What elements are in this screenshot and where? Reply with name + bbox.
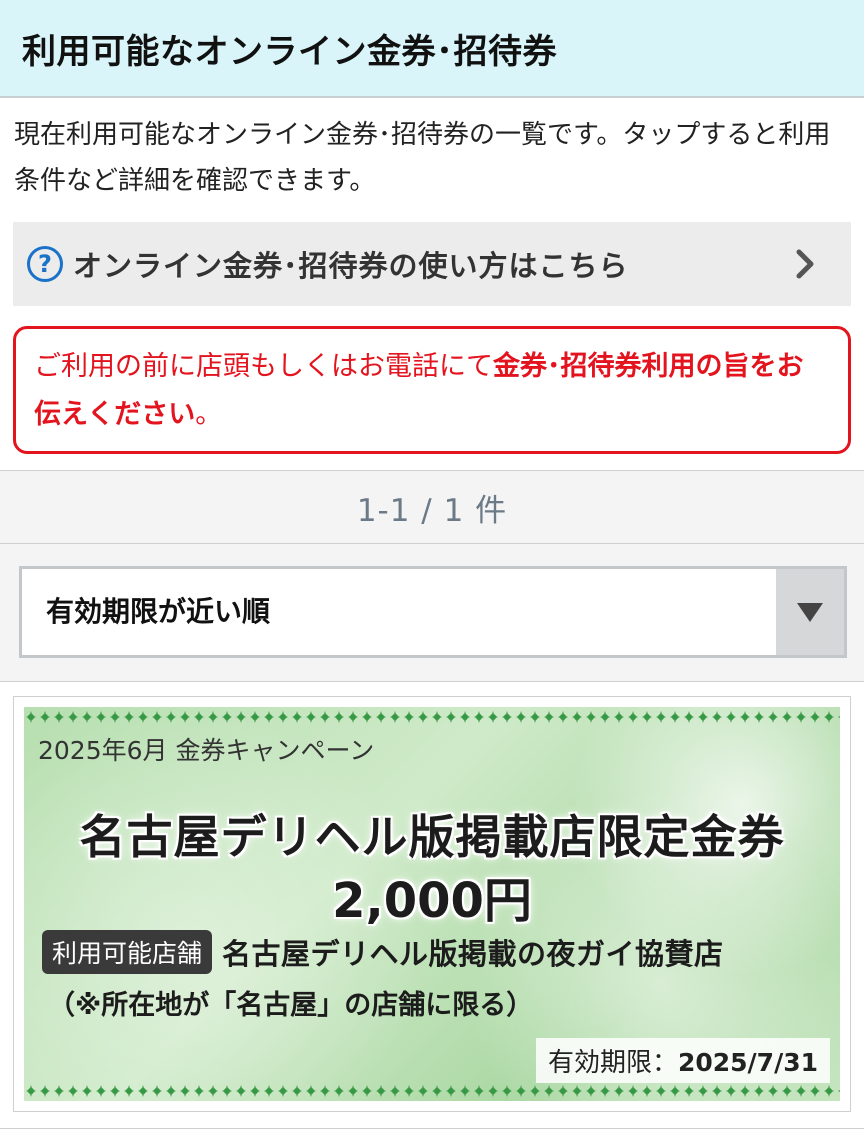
result-count-text: 1-1 / 1 件 — [356, 492, 508, 529]
howto-link[interactable]: ? オンライン金券･招待券の使い方はこちら — [13, 222, 851, 306]
expiry-label: 有効期限： — [547, 1048, 678, 1078]
question-circle-icon: ? — [27, 246, 63, 282]
triangle-down-icon — [797, 603, 823, 622]
store-note: （※所在地が「名古屋」の店舗に限る） — [48, 990, 534, 1021]
expiry-date: 2025/7/31 — [677, 1048, 818, 1077]
notice-box: ご利用の前に店頭もしくはお電話にて金券･招待券利用の旨をお伝えください。 — [13, 326, 851, 454]
divider — [0, 1128, 864, 1132]
notice-text: ご利用の前に店頭もしくはお電話にて — [34, 351, 493, 382]
decorative-border-icon — [24, 1083, 840, 1099]
store-badge: 利用可能店舗 — [42, 930, 213, 974]
coupon-store-row: 利用可能店舗 名古屋デリヘル版掲載の夜ガイ協賛店 — [42, 929, 724, 975]
coupon-card[interactable]: 2025年6月 金券キャンペーン 名古屋デリヘル版掲載店限定金券 2,000円 … — [13, 696, 851, 1112]
coupon-banner[interactable]: 2025年6月 金券キャンペーン 名古屋デリヘル版掲載店限定金券 2,000円 … — [24, 707, 840, 1101]
intro-text: 現在利用可能なオンライン金券･招待券の一覧です。タップすると利用条件など詳細を確… — [14, 120, 831, 196]
sort-select-value: 有効期限が近い順 — [46, 595, 271, 628]
coupon-campaign: 2025年6月 金券キャンペーン — [38, 736, 375, 765]
coupon-amount: 2,000円 — [332, 873, 532, 929]
decorative-border-icon — [24, 709, 840, 725]
sort-select[interactable]: 有効期限が近い順 — [19, 566, 847, 658]
store-name: 名古屋デリヘル版掲載の夜ガイ協賛店 — [222, 937, 724, 971]
dropdown-arrow-icon[interactable] — [776, 569, 844, 655]
howto-link-label: オンライン金券･招待券の使い方はこちら — [73, 249, 629, 283]
notice-text-end: 。 — [195, 399, 223, 430]
coupon-expiry: 有効期限：2025/7/31 — [535, 1038, 830, 1083]
result-count: 1-1 / 1 件 — [0, 470, 864, 544]
coupon-title: 名古屋デリヘル版掲載店限定金券 — [79, 810, 785, 864]
chevron-right-icon — [796, 249, 814, 279]
sort-section: 有効期限が近い順 — [0, 544, 864, 682]
page-header: 利用可能なオンライン金券･招待券 — [0, 0, 864, 98]
page-title: 利用可能なオンライン金券･招待券 — [22, 31, 557, 72]
